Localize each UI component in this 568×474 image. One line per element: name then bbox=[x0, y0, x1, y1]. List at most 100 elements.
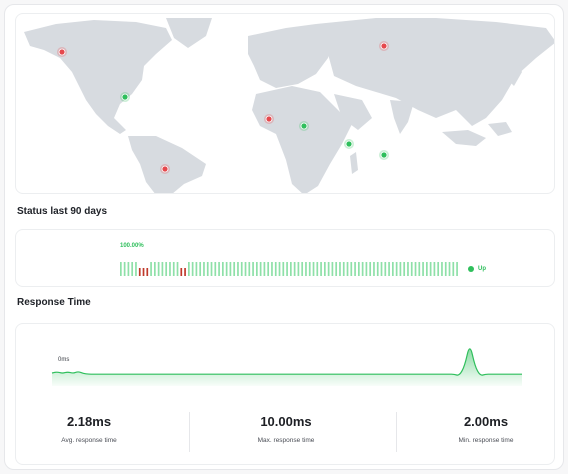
status-day-bar[interactable] bbox=[210, 262, 213, 276]
status-day-bar[interactable] bbox=[248, 262, 251, 276]
status-day-bar[interactable] bbox=[222, 262, 224, 276]
status-day-bar[interactable] bbox=[308, 262, 311, 276]
status-day-bar[interactable] bbox=[120, 262, 122, 276]
status-day-bar[interactable] bbox=[358, 262, 360, 276]
location-pin-usa-east[interactable] bbox=[121, 93, 129, 101]
status-day-bar[interactable] bbox=[263, 262, 266, 276]
status-day-bar[interactable] bbox=[274, 262, 277, 276]
status-day-bar[interactable] bbox=[403, 262, 406, 276]
status-day-bar[interactable] bbox=[407, 262, 409, 276]
status-day-bar[interactable] bbox=[395, 262, 398, 276]
status-day-bar[interactable] bbox=[218, 262, 220, 276]
status-day-bar[interactable] bbox=[297, 262, 300, 276]
status-day-bar[interactable] bbox=[452, 262, 455, 276]
status-day-bar[interactable] bbox=[271, 262, 273, 276]
status-day-bar[interactable] bbox=[373, 262, 375, 276]
status-day-bar[interactable] bbox=[286, 262, 288, 276]
status-day-bar[interactable] bbox=[456, 262, 458, 276]
status-day-bar[interactable] bbox=[229, 262, 232, 276]
status-day-bar[interactable] bbox=[392, 262, 394, 276]
status-day-bar[interactable] bbox=[267, 262, 270, 276]
status-day-bar[interactable] bbox=[384, 262, 387, 276]
status-day-bar[interactable] bbox=[305, 262, 307, 276]
location-pin-east-africa[interactable] bbox=[345, 140, 353, 148]
status-day-bar[interactable] bbox=[414, 262, 417, 276]
status-day-bar[interactable] bbox=[399, 262, 402, 276]
status-day-bar[interactable] bbox=[244, 262, 247, 276]
status-day-bar[interactable] bbox=[157, 262, 160, 276]
status-day-bar[interactable] bbox=[426, 262, 428, 276]
status-day-bar[interactable] bbox=[350, 262, 353, 276]
status-day-bar[interactable] bbox=[422, 262, 424, 276]
status-day-bar[interactable] bbox=[312, 262, 315, 276]
status-day-bar[interactable] bbox=[282, 262, 285, 276]
status-day-bar[interactable] bbox=[240, 262, 243, 276]
status-day-bar[interactable] bbox=[354, 262, 356, 276]
status-day-bar[interactable] bbox=[131, 262, 134, 276]
world-map bbox=[24, 18, 554, 193]
status-day-bar[interactable] bbox=[365, 262, 368, 276]
status-day-bar[interactable] bbox=[237, 262, 239, 276]
status-day-bar[interactable] bbox=[429, 262, 432, 276]
status-day-bar[interactable] bbox=[324, 262, 326, 276]
status-day-bar[interactable] bbox=[380, 262, 383, 276]
status-day-bar[interactable] bbox=[150, 262, 152, 276]
status-day-bar[interactable] bbox=[369, 262, 372, 276]
status-day-bar[interactable] bbox=[203, 262, 205, 276]
status-day-bar[interactable] bbox=[135, 262, 137, 276]
status-day-bar[interactable] bbox=[410, 262, 413, 276]
status-day-bar[interactable] bbox=[206, 262, 209, 276]
status-day-bar[interactable] bbox=[256, 262, 258, 276]
status-day-bar[interactable] bbox=[233, 262, 236, 276]
status-day-bar[interactable] bbox=[169, 262, 171, 276]
status-day-bar[interactable] bbox=[176, 262, 179, 276]
location-pin-indian-ocean[interactable] bbox=[380, 151, 388, 159]
status-day-bar[interactable] bbox=[188, 262, 190, 276]
location-pin-egypt[interactable] bbox=[300, 122, 308, 130]
status-day-bar[interactable] bbox=[290, 262, 292, 276]
location-pin-brazil[interactable] bbox=[161, 165, 169, 173]
status-day-bar[interactable] bbox=[172, 262, 175, 276]
status-day-bar[interactable] bbox=[316, 262, 319, 276]
status-day-bar[interactable] bbox=[138, 268, 141, 276]
status-day-bar[interactable] bbox=[448, 262, 451, 276]
status-day-bar[interactable] bbox=[199, 262, 202, 276]
status-day-bar[interactable] bbox=[225, 262, 228, 276]
status-day-bar[interactable] bbox=[331, 262, 334, 276]
status-day-bar[interactable] bbox=[123, 262, 126, 276]
status-day-bar[interactable] bbox=[441, 262, 443, 276]
location-pin-russia[interactable] bbox=[380, 42, 388, 50]
status-day-bar[interactable] bbox=[161, 262, 164, 276]
status-day-bar[interactable] bbox=[127, 262, 130, 276]
status-day-bar[interactable] bbox=[278, 262, 281, 276]
status-day-bar[interactable] bbox=[301, 262, 304, 276]
status-day-bar[interactable] bbox=[180, 268, 183, 276]
status-day-bar[interactable] bbox=[320, 262, 322, 276]
avg-response-label: Avg. response time bbox=[61, 437, 117, 444]
status-day-bar[interactable] bbox=[433, 262, 436, 276]
status-day-bar[interactable] bbox=[214, 262, 217, 276]
status-day-bar[interactable] bbox=[335, 262, 338, 276]
status-day-bar[interactable] bbox=[259, 262, 262, 276]
status-day-bar[interactable] bbox=[142, 268, 145, 276]
status-day-bar[interactable] bbox=[376, 262, 379, 276]
status-day-bar[interactable] bbox=[346, 262, 349, 276]
status-day-bar[interactable] bbox=[418, 262, 421, 276]
location-pin-alaska[interactable] bbox=[58, 48, 66, 56]
location-pin-west-africa[interactable] bbox=[265, 115, 273, 123]
status-day-bar[interactable] bbox=[361, 262, 364, 276]
status-day-bar[interactable] bbox=[327, 262, 330, 276]
status-day-bar[interactable] bbox=[339, 262, 341, 276]
status-day-bar[interactable] bbox=[388, 262, 390, 276]
status-day-bar[interactable] bbox=[195, 262, 198, 276]
status-day-bar[interactable] bbox=[444, 262, 447, 276]
status-day-bar[interactable] bbox=[252, 262, 254, 276]
status-day-bar[interactable] bbox=[293, 262, 296, 276]
status-day-bar[interactable] bbox=[437, 262, 440, 276]
status-day-bar[interactable] bbox=[342, 262, 345, 276]
status-day-bar[interactable] bbox=[154, 262, 156, 276]
status-day-bar[interactable] bbox=[184, 268, 186, 276]
status-day-bar[interactable] bbox=[165, 262, 168, 276]
status-day-bar[interactable] bbox=[146, 268, 149, 276]
status-day-bar[interactable] bbox=[191, 262, 194, 276]
